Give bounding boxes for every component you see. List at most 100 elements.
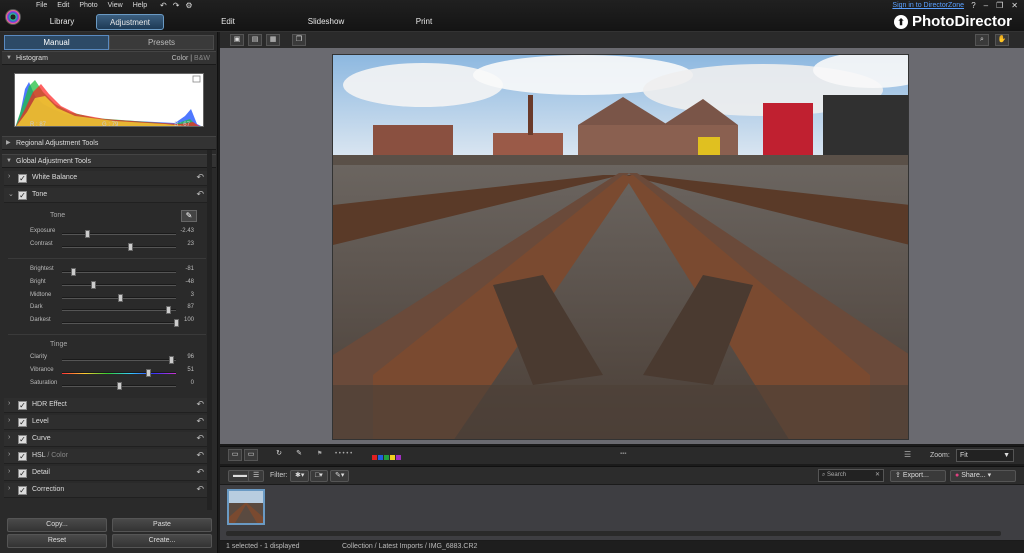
slider-midtone[interactable]: Midtone 3 bbox=[4, 291, 204, 303]
tab-manual[interactable]: Manual bbox=[4, 35, 109, 50]
global-header[interactable]: ▼ Global Adjustment Tools bbox=[2, 154, 216, 168]
slider-thumb[interactable] bbox=[90, 280, 96, 289]
undo-icon[interactable]: ↶ bbox=[160, 1, 167, 10]
redo-icon[interactable]: ↷ bbox=[173, 1, 180, 10]
slider-value[interactable]: 51 bbox=[187, 367, 194, 373]
share-button[interactable]: ● Share... ▾ bbox=[950, 470, 1016, 482]
slider-track[interactable] bbox=[62, 382, 176, 390]
label-filter-dropdown[interactable]: □▾ bbox=[310, 470, 328, 482]
chevron-right-icon[interactable]: › bbox=[8, 485, 10, 492]
paste-button[interactable]: Paste bbox=[112, 518, 212, 532]
chevron-right-icon[interactable]: › bbox=[8, 468, 10, 475]
slider-bright[interactable]: Bright -48 bbox=[4, 278, 204, 290]
slider-track[interactable] bbox=[62, 293, 176, 302]
slider-value[interactable]: 96 bbox=[187, 354, 194, 360]
reset-icon[interactable]: ↶ bbox=[196, 189, 204, 200]
detail-checkbox[interactable]: ✓ bbox=[18, 469, 27, 478]
tone-checkbox[interactable]: ✓ bbox=[18, 191, 27, 200]
tool-white-balance[interactable]: › ✓ White Balance ↶ bbox=[4, 171, 210, 186]
slider-track[interactable] bbox=[62, 243, 176, 251]
histogram-bw-mode[interactable]: B&W bbox=[194, 55, 210, 62]
tool-detail[interactable]: › ✓ Detail ↶ bbox=[4, 466, 210, 481]
tool-correction[interactable]: › ✓ Correction ↶ bbox=[4, 483, 210, 498]
slider-thumb[interactable] bbox=[145, 369, 151, 377]
tool-level[interactable]: › ✓ Level ↶ bbox=[4, 415, 210, 430]
slider-thumb[interactable] bbox=[169, 356, 175, 364]
flag-icon[interactable]: ⚑ bbox=[317, 450, 322, 457]
slider-track[interactable] bbox=[62, 230, 176, 238]
color-label-red[interactable] bbox=[372, 455, 377, 460]
slider-thumb[interactable] bbox=[174, 319, 179, 328]
copy-button[interactable]: Copy... bbox=[7, 518, 107, 532]
thumbnail-img-6883[interactable] bbox=[227, 489, 265, 525]
hand-tool-icon[interactable]: ✋ bbox=[995, 34, 1009, 46]
reset-icon[interactable]: ↶ bbox=[196, 450, 204, 461]
grid-view-icon[interactable]: ▦ bbox=[266, 34, 280, 46]
slider-darkest[interactable]: Darkest 100 bbox=[4, 316, 204, 328]
level-checkbox[interactable]: ✓ bbox=[18, 418, 27, 427]
slider-thumb[interactable] bbox=[117, 382, 122, 390]
slider-brightest[interactable]: Brightest -81 bbox=[4, 265, 204, 277]
slider-exposure[interactable]: Exposure -2.43 bbox=[4, 227, 204, 239]
zoom-select[interactable]: Fit ▼ bbox=[956, 449, 1014, 462]
slider-value[interactable]: 0 bbox=[191, 380, 194, 386]
sign-in-link[interactable]: Sign in to DirectorZone bbox=[892, 2, 964, 9]
color-label-blue[interactable] bbox=[378, 455, 383, 460]
reset-icon[interactable]: ↶ bbox=[196, 172, 204, 183]
chevron-down-icon[interactable]: ⌄ bbox=[8, 190, 14, 198]
view-options-icon[interactable]: ☰ bbox=[904, 450, 911, 459]
tab-edit[interactable]: Edit bbox=[194, 14, 262, 30]
second-display-icon[interactable]: ❐ bbox=[292, 34, 306, 46]
slider-contrast[interactable]: Contrast 23 bbox=[4, 240, 204, 252]
color-label-purple[interactable] bbox=[396, 455, 401, 460]
chevron-right-icon[interactable]: › bbox=[8, 434, 10, 441]
histogram-header[interactable]: ▼ Histogram Color | B&W bbox=[2, 51, 216, 65]
rating-dots[interactable]: • • • • • bbox=[335, 451, 352, 457]
slider-track[interactable] bbox=[62, 280, 176, 289]
filmstrip-scrollbar[interactable] bbox=[226, 531, 1001, 536]
tool-hdr-effect[interactable]: › ✓ HDR Effect ↶ bbox=[4, 398, 210, 413]
slider-track[interactable] bbox=[62, 306, 176, 315]
brush-icon[interactable]: ✎ bbox=[292, 449, 306, 461]
tab-print[interactable]: Print bbox=[390, 14, 458, 30]
create-button[interactable]: Create... bbox=[112, 534, 212, 548]
menu-help[interactable]: Help bbox=[133, 2, 147, 12]
slider-value[interactable]: 3 bbox=[191, 292, 194, 298]
search-input[interactable]: ⌕ Search ✕ bbox=[818, 469, 884, 482]
panel-scrollbar[interactable] bbox=[207, 150, 212, 510]
single-view-icon[interactable]: ▭ bbox=[228, 449, 242, 461]
tab-library[interactable]: Library bbox=[28, 14, 96, 30]
compare-icon[interactable]: ▭ bbox=[244, 449, 258, 461]
slider-dark[interactable]: Dark 87 bbox=[4, 303, 204, 315]
restore-icon[interactable]: ❐ bbox=[996, 1, 1003, 10]
menu-photo[interactable]: Photo bbox=[79, 2, 97, 12]
drag-handle-icon[interactable]: ▪▪▪ bbox=[620, 451, 626, 457]
curve-checkbox[interactable]: ✓ bbox=[18, 435, 27, 444]
slider-track[interactable] bbox=[62, 268, 176, 276]
reset-icon[interactable]: ↶ bbox=[196, 433, 204, 444]
minimize-icon[interactable]: – bbox=[984, 1, 988, 10]
gear-icon[interactable]: ⚙ bbox=[185, 1, 192, 10]
edit-filter-dropdown[interactable]: ✎▾ bbox=[330, 470, 350, 482]
close-icon[interactable]: ✕ bbox=[1011, 1, 1018, 10]
photo-railway-tracks[interactable] bbox=[332, 54, 909, 440]
menu-view[interactable]: View bbox=[108, 2, 123, 12]
tool-curve[interactable]: › ✓ Curve ↶ bbox=[4, 432, 210, 447]
slider-saturation[interactable]: Saturation 0 bbox=[4, 379, 204, 391]
slider-value[interactable]: 87 bbox=[187, 304, 194, 310]
slider-value[interactable]: -48 bbox=[185, 279, 194, 285]
slider-thumb[interactable] bbox=[71, 268, 77, 276]
tool-hsl-color[interactable]: › ✓ HSL / Color ↶ bbox=[4, 449, 210, 464]
eyedropper-icon[interactable]: ✎ bbox=[181, 210, 197, 222]
slider-value[interactable]: -2.43 bbox=[180, 228, 194, 234]
white-balance-checkbox[interactable]: ✓ bbox=[18, 174, 27, 183]
correction-checkbox[interactable]: ✓ bbox=[18, 486, 27, 495]
reset-icon[interactable]: ↶ bbox=[196, 484, 204, 495]
regional-header[interactable]: ▶ Regional Adjustment Tools bbox=[2, 136, 216, 150]
list-view-icon[interactable]: ☰ bbox=[248, 470, 265, 482]
export-button[interactable]: ⇪ Export... bbox=[890, 470, 946, 482]
chevron-right-icon[interactable]: › bbox=[8, 451, 10, 458]
tab-adjustment[interactable]: Adjustment bbox=[96, 14, 164, 30]
hsl-checkbox[interactable]: ✓ bbox=[18, 452, 27, 461]
slider-value[interactable]: 100 bbox=[184, 317, 194, 323]
